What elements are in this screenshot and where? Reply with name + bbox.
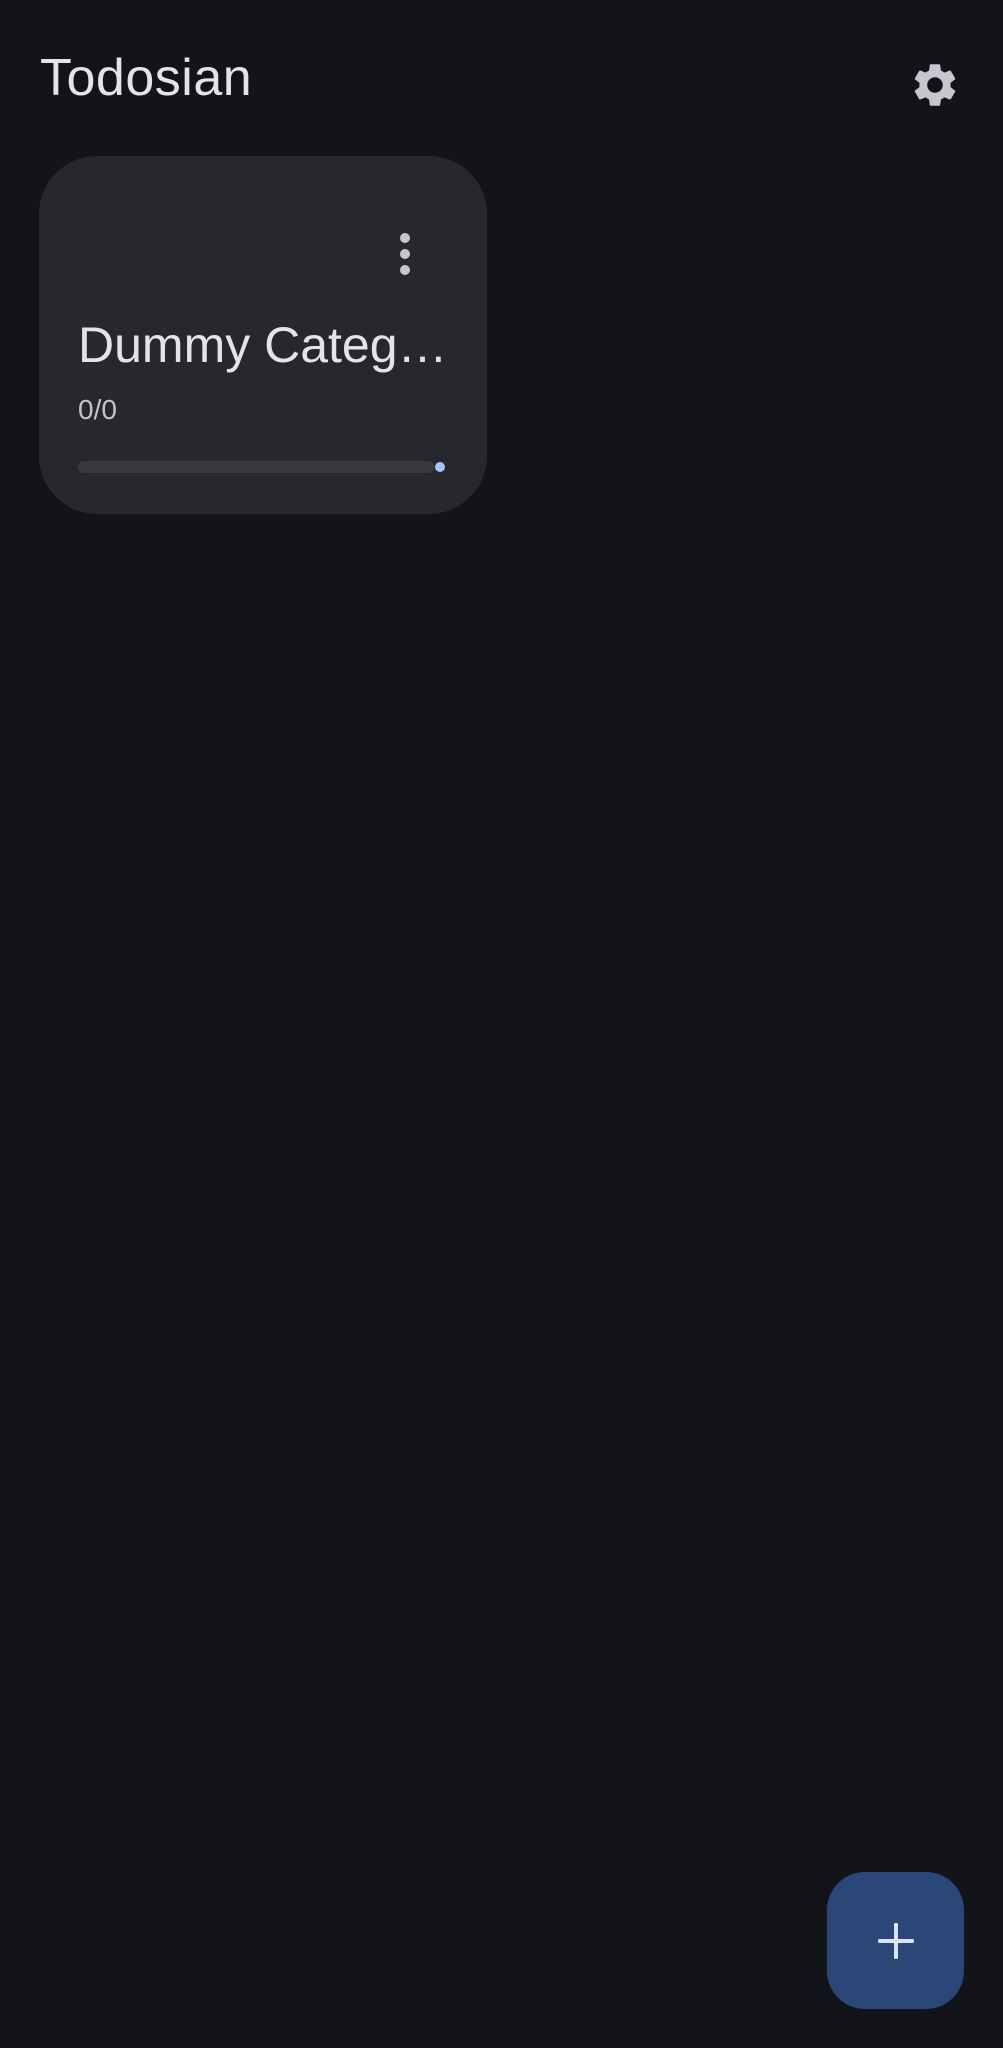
progress-stop-indicator — [435, 462, 445, 472]
category-menu-button[interactable] — [383, 226, 427, 282]
category-progress-bar — [78, 461, 434, 473]
add-category-button[interactable] — [827, 1872, 964, 2009]
gear-icon — [914, 64, 956, 106]
plus-icon — [877, 1922, 914, 1959]
screen: Todosian Dummy Categ… 0/0 — [0, 0, 1003, 2048]
category-title: Dummy Categ… — [78, 317, 448, 373]
app-bar: Todosian — [0, 0, 1003, 150]
category-card[interactable]: Dummy Categ… 0/0 — [39, 156, 487, 514]
more-vertical-icon — [400, 233, 410, 275]
settings-button[interactable] — [898, 48, 972, 122]
category-count: 0/0 — [78, 394, 117, 425]
app-title: Todosian — [40, 49, 253, 107]
